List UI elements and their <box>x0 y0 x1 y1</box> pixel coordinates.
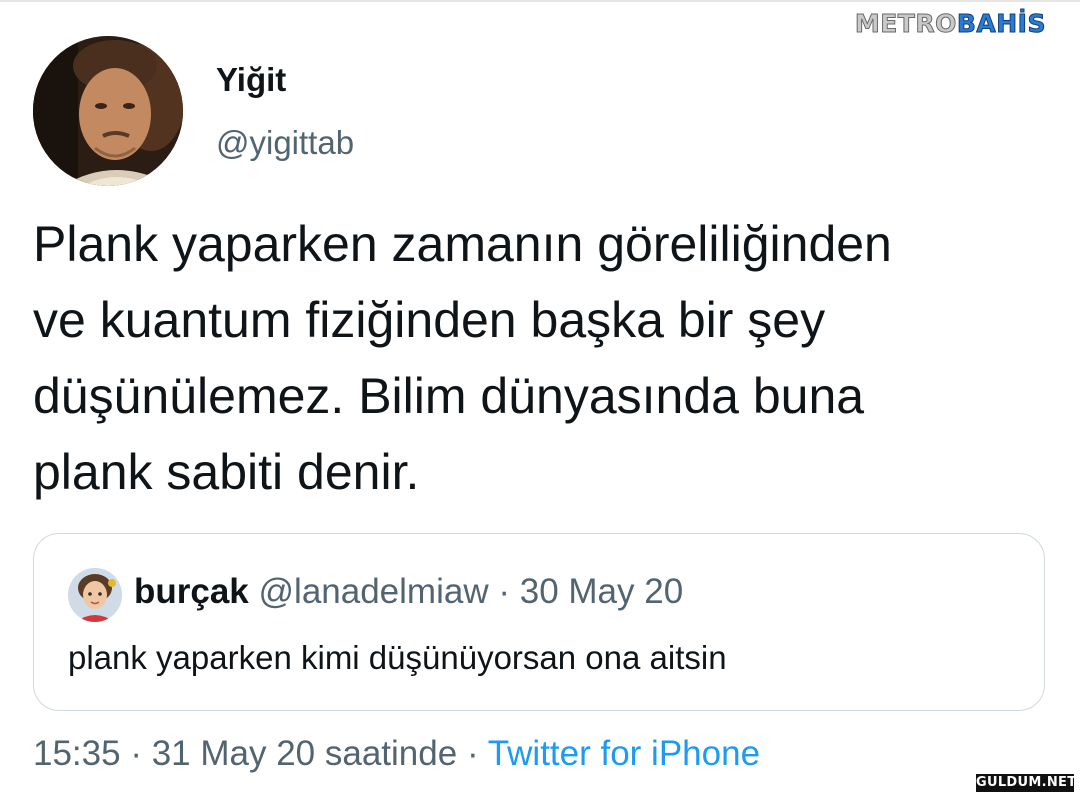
quoted-tweet-header: burçak @lanadelmiaw · 30 May 20 <box>134 570 683 614</box>
author-avatar[interactable] <box>33 36 183 186</box>
quoted-tweet-date[interactable]: 30 May 20 <box>520 572 683 611</box>
quoted-author-name[interactable]: burçak <box>134 572 249 611</box>
meta-separator: · <box>466 734 479 773</box>
tweet-text-line: Plank yaparken zamanın göreliliğinden <box>33 216 892 272</box>
watermark-part-2: BAHİS <box>956 9 1046 38</box>
quoted-author-handle[interactable]: @lanadelmiaw <box>259 572 489 611</box>
tweet-meta: 15:35 · 31 May 20 saatinde · Twitter for… <box>33 732 760 776</box>
tweet-date[interactable]: 31 May 20 saatinde <box>152 734 457 773</box>
metrobahis-watermark: METROBAHİS <box>854 9 1046 38</box>
author-display-name[interactable]: Yiğit <box>216 60 286 100</box>
avatar-portrait-icon <box>33 36 183 186</box>
child-portrait-icon <box>68 568 122 622</box>
author-handle[interactable]: @yigittab <box>216 123 354 163</box>
quoted-tweet-card[interactable]: burçak @lanadelmiaw · 30 May 20 plank ya… <box>33 533 1045 711</box>
meta-separator: · <box>130 734 142 773</box>
top-divider <box>0 0 1080 2</box>
tweet-text-line: düşünülemez. Bilim dünyasında buna <box>33 368 865 424</box>
tweet-text-line: plank sabiti denir. <box>33 444 420 500</box>
tweet-text-line: ve kuantum fiziğinden başka bir şey <box>33 292 826 348</box>
quoted-author-avatar[interactable] <box>68 568 122 622</box>
watermark-part-1: METRO <box>854 9 957 38</box>
tweet-text: Plank yaparken zamanın göreliliğinden ve… <box>33 206 1063 510</box>
tweet-source-link[interactable]: Twitter for iPhone <box>488 734 760 773</box>
quoted-header-separator: · <box>498 572 510 611</box>
quoted-tweet-text: plank yaparken kimi düşünüyorsan ona ait… <box>68 639 727 676</box>
tweet-time[interactable]: 15:35 <box>33 734 121 773</box>
guldum-watermark: GULDUM.NET <box>976 774 1077 792</box>
